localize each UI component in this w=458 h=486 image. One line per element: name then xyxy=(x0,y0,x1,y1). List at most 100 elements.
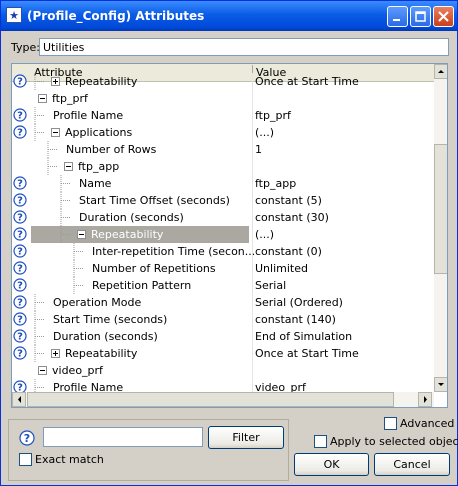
cancel-button[interactable]: Cancel xyxy=(374,453,450,476)
attribute-row[interactable]: ? Inter-repetition Time (secon... constant… xyxy=(12,243,434,260)
attribute-value[interactable]: 1 xyxy=(255,141,262,158)
vertical-scrollbar[interactable] xyxy=(434,64,447,392)
attribute-value[interactable]: Once at Start Time xyxy=(255,73,359,90)
scroll-down-button[interactable] xyxy=(434,377,447,392)
close-button[interactable] xyxy=(433,6,454,27)
scroll-left-button[interactable] xyxy=(12,392,26,407)
collapse-icon[interactable] xyxy=(51,128,60,137)
tree-connector xyxy=(47,158,58,175)
attribute-name: Duration (seconds) xyxy=(79,211,184,224)
attribute-row[interactable]: video_prf xyxy=(12,362,434,379)
attribute-value[interactable]: constant (140) xyxy=(255,311,336,328)
attribute-value[interactable]: constant (0) xyxy=(255,243,322,260)
svg-text:?: ? xyxy=(24,432,30,445)
filter-input[interactable] xyxy=(43,427,203,447)
attribute-row[interactable]: ? Applications (...) xyxy=(12,124,434,141)
tree-connector xyxy=(34,345,45,362)
collapse-icon[interactable] xyxy=(38,366,47,375)
apply-to-selected-checkbox[interactable] xyxy=(314,435,327,448)
exact-match-checkbox[interactable] xyxy=(19,453,32,466)
attribute-row[interactable]: ? Duration (seconds) End of Simulation xyxy=(12,328,434,345)
horizontal-scrollbar[interactable] xyxy=(12,392,434,407)
help-icon[interactable]: ? xyxy=(13,227,27,241)
tree-connector xyxy=(60,175,71,192)
attribute-value[interactable]: Serial (Ordered) xyxy=(255,294,343,311)
type-field[interactable]: Utilities xyxy=(39,38,449,56)
scroll-right-button[interactable] xyxy=(418,392,432,407)
close-icon xyxy=(438,11,449,22)
filter-button[interactable]: Filter xyxy=(208,426,284,449)
grid-rows: ? Repeatability Once at Start Time ftp_prf?… xyxy=(12,73,434,396)
attribute-value[interactable]: End of Simulation xyxy=(255,328,352,345)
horizontal-scroll-thumb[interactable] xyxy=(27,392,394,407)
attribute-row[interactable]: ? Profile Name ftp_prf xyxy=(12,107,434,124)
attribute-value[interactable]: constant (5) xyxy=(255,192,322,209)
collapse-icon[interactable] xyxy=(77,230,86,239)
attribute-name: Name xyxy=(79,177,112,190)
attribute-value[interactable]: Unlimited xyxy=(255,260,308,277)
help-icon[interactable]: ? xyxy=(13,193,27,207)
svg-text:?: ? xyxy=(17,349,23,360)
help-icon[interactable]: ? xyxy=(13,261,27,275)
attribute-row[interactable]: ? Repeatability Once at Start Time xyxy=(12,345,434,362)
minimize-icon xyxy=(393,19,400,21)
help-icon[interactable]: ? xyxy=(13,312,27,326)
arrow-up-icon xyxy=(438,70,444,73)
expand-icon[interactable] xyxy=(51,349,60,358)
attribute-value[interactable]: ftp_app xyxy=(255,175,296,192)
help-icon[interactable]: ? xyxy=(13,210,27,224)
expand-icon[interactable] xyxy=(51,77,60,86)
tree-connector xyxy=(34,73,45,90)
attribute-value[interactable]: Once at Start Time xyxy=(255,345,359,362)
title-bar[interactable]: ★ (Profile_Config) Attributes xyxy=(1,1,457,31)
attribute-row[interactable]: ? Repeatability (...) xyxy=(12,226,434,243)
attribute-row[interactable]: ftp_prf xyxy=(12,90,434,107)
attribute-row[interactable]: Number of Rows 1 xyxy=(12,141,434,158)
collapse-icon[interactable] xyxy=(64,162,73,171)
svg-text:?: ? xyxy=(17,264,23,275)
attribute-value[interactable]: constant (30) xyxy=(255,209,329,226)
collapse-icon[interactable] xyxy=(38,94,47,103)
attribute-row[interactable]: ? Start Time Offset (seconds) constant (5) xyxy=(12,192,434,209)
svg-text:?: ? xyxy=(17,111,23,122)
help-icon[interactable]: ? xyxy=(13,295,27,309)
maximize-button[interactable] xyxy=(410,6,431,27)
svg-text:?: ? xyxy=(17,247,23,258)
attribute-name: Profile Name xyxy=(53,109,124,122)
help-icon[interactable]: ? xyxy=(13,108,27,122)
svg-text:?: ? xyxy=(17,315,23,326)
attribute-value[interactable]: Serial xyxy=(255,277,286,294)
attribute-value[interactable]: (...) xyxy=(255,226,274,243)
attribute-row[interactable]: ? Operation Mode Serial (Ordered) xyxy=(12,294,434,311)
svg-text:?: ? xyxy=(17,179,23,190)
attribute-row[interactable]: ? Repetition Pattern Serial xyxy=(12,277,434,294)
attribute-row[interactable]: ? Duration (seconds) constant (30) xyxy=(12,209,434,226)
attribute-name: Number of Repetitions xyxy=(92,262,216,275)
help-icon[interactable]: ? xyxy=(13,74,27,88)
help-icon[interactable]: ? xyxy=(13,278,27,292)
attribute-value[interactable]: ftp_prf xyxy=(255,107,291,124)
scroll-up-button[interactable] xyxy=(434,64,447,79)
vertical-scroll-thumb[interactable] xyxy=(434,144,447,274)
arrow-left-icon xyxy=(18,396,21,403)
help-icon[interactable]: ? xyxy=(13,329,27,343)
help-icon[interactable]: ? xyxy=(13,176,27,190)
attribute-row[interactable]: ? Start Time (seconds) constant (140) xyxy=(12,311,434,328)
help-icon[interactable]: ? xyxy=(13,244,27,258)
attribute-row[interactable]: ? Number of Repetitions Unlimited xyxy=(12,260,434,277)
attribute-name: Inter-repetition Time (secon... xyxy=(92,245,256,258)
attribute-row[interactable]: ftp_app xyxy=(12,158,434,175)
ok-button[interactable]: OK xyxy=(294,453,369,476)
help-icon[interactable]: ? xyxy=(13,346,27,360)
attribute-name: Number of Rows xyxy=(66,143,157,156)
attribute-value[interactable]: (...) xyxy=(255,124,274,141)
attribute-row[interactable]: ? Repeatability Once at Start Time xyxy=(12,73,434,90)
svg-text:?: ? xyxy=(17,332,23,343)
attribute-row[interactable]: ? Name ftp_app xyxy=(12,175,434,192)
attribute-grid[interactable]: Attribute Value ? Repeatability Once at St… xyxy=(11,63,448,408)
minimize-button[interactable] xyxy=(387,6,408,27)
help-icon[interactable]: ? xyxy=(19,430,35,446)
attribute-name: Start Time Offset (seconds) xyxy=(79,194,230,207)
help-icon[interactable]: ? xyxy=(13,125,27,139)
advanced-checkbox[interactable] xyxy=(384,417,397,430)
